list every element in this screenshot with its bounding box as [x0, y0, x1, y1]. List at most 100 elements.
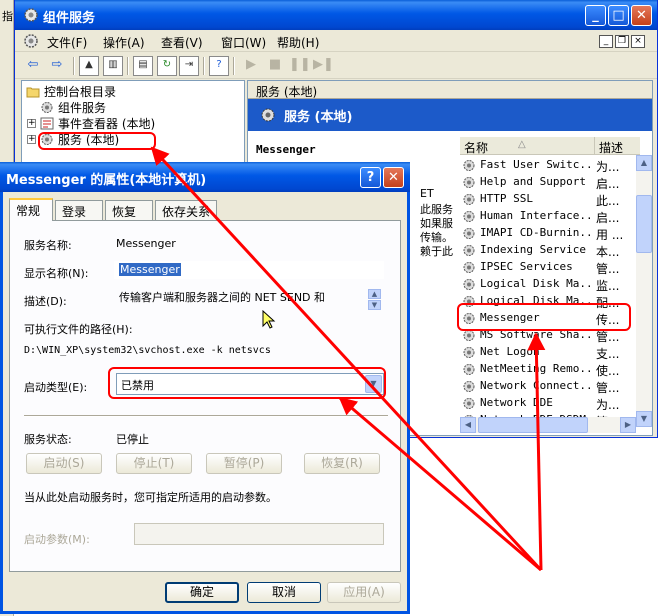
- gear-icon: [463, 160, 475, 171]
- start-params-hint: 当从此处启动服务时，您可指定所适用的启动参数。: [24, 491, 277, 504]
- tree-item-label: 事件查看器 (本地): [58, 117, 156, 131]
- annotation-box-services-tree: [38, 132, 156, 150]
- tree-item-component-services[interactable]: 组件服务: [40, 99, 106, 116]
- pause-icon[interactable]: ❚❚: [289, 56, 311, 76]
- folder-icon: [26, 87, 40, 98]
- mdi-minimize-button[interactable]: _: [599, 35, 613, 48]
- expand-toggle[interactable]: +: [27, 135, 36, 144]
- help-icon[interactable]: ?: [209, 56, 229, 76]
- scroll-thumb[interactable]: [478, 417, 588, 433]
- tree-root[interactable]: 控制台根目录: [26, 83, 116, 100]
- dialog-title-bar[interactable]: Messenger 的属性(本地计算机) ? ✕: [0, 162, 410, 192]
- menu-view[interactable]: 查看(V): [161, 34, 203, 51]
- title-bar[interactable]: 组件服务 _ □ ✕: [15, 0, 657, 30]
- column-header-name[interactable]: 名称: [464, 139, 488, 156]
- service-name: NetMeeting Remo...: [480, 362, 592, 375]
- column-header-description[interactable]: 描述: [594, 137, 623, 155]
- tab-dependencies[interactable]: 依存关系: [155, 200, 217, 220]
- maximize-button[interactable]: □: [608, 5, 629, 26]
- menu-window[interactable]: 窗口(W): [221, 34, 266, 51]
- apply-button[interactable]: 应用(A): [327, 582, 401, 603]
- help-button[interactable]: ?: [360, 167, 381, 188]
- service-row[interactable]: Logical Disk Ma... 监...: [460, 276, 640, 293]
- service-row[interactable]: Human Interface... 启...: [460, 208, 640, 225]
- start-button[interactable]: 启动(S): [26, 453, 102, 474]
- service-row[interactable]: Help and Support 启...: [460, 174, 640, 191]
- gear-icon: [463, 279, 475, 290]
- up-folder-icon[interactable]: ▲: [79, 56, 99, 76]
- tab-general[interactable]: 常规: [9, 198, 53, 221]
- exe-path-label: 可执行文件的路径(H):: [24, 323, 133, 336]
- display-name-field[interactable]: Messenger: [114, 261, 384, 279]
- tree-root-label: 控制台根目录: [44, 85, 117, 99]
- pane-header: 服务 (本地): [248, 81, 652, 99]
- scroll-up-icon[interactable]: ▲: [368, 289, 381, 299]
- tab-logon[interactable]: 登录: [55, 200, 103, 220]
- resume-button[interactable]: 恢复(R): [304, 453, 380, 474]
- service-row[interactable]: IPSEC Services 管...: [460, 259, 640, 276]
- startup-type-label: 启动类型(E):: [24, 381, 88, 394]
- service-name: Network DDE: [480, 396, 553, 409]
- service-row[interactable]: HTTP SSL 此...: [460, 191, 640, 208]
- play-icon[interactable]: ▶: [241, 56, 261, 76]
- minimize-button[interactable]: _: [585, 5, 606, 26]
- close-button[interactable]: ✕: [631, 5, 652, 26]
- service-row[interactable]: Indexing Service 本...: [460, 242, 640, 259]
- scroll-left-icon[interactable]: ◀: [460, 417, 476, 433]
- export-list-icon[interactable]: ⇥: [179, 56, 199, 76]
- properties-icon[interactable]: ▤: [133, 56, 153, 76]
- close-button[interactable]: ✕: [383, 167, 404, 188]
- annotation-box-startup-type: [108, 367, 386, 399]
- service-description: 管...: [596, 381, 620, 395]
- gear-icon: [463, 347, 475, 358]
- service-name-label: 服务名称:: [24, 239, 72, 252]
- scroll-up-icon[interactable]: ▲: [636, 155, 652, 171]
- service-name: Net Logon: [480, 345, 540, 358]
- service-name-value: Messenger: [116, 237, 176, 250]
- service-description: 为...: [596, 160, 620, 174]
- scroll-down-icon[interactable]: ▼: [636, 411, 652, 427]
- expand-toggle[interactable]: +: [27, 119, 36, 128]
- show-tree-icon[interactable]: ▥: [103, 56, 123, 76]
- service-description: 本...: [596, 245, 620, 259]
- back-arrow-icon[interactable]: ⇦: [23, 56, 43, 76]
- scroll-down-icon[interactable]: ▼: [368, 300, 381, 310]
- horizontal-scrollbar[interactable]: ◀ ▶: [460, 417, 636, 433]
- service-row[interactable]: Network DDE 为...: [460, 395, 640, 412]
- vertical-scrollbar[interactable]: ▲ ▼: [636, 155, 652, 427]
- service-description: 此...: [596, 194, 620, 208]
- service-row[interactable]: Net Logon 支...: [460, 344, 640, 361]
- stop-button[interactable]: 停止(T): [116, 453, 192, 474]
- menu-help[interactable]: 帮助(H): [277, 34, 319, 51]
- dialog-title: Messenger 的属性(本地计算机): [6, 173, 207, 188]
- pause-button[interactable]: 暂停(P): [206, 453, 282, 474]
- ok-button[interactable]: 确定: [165, 582, 239, 603]
- selected-service-title: Messenger: [256, 143, 316, 156]
- start-params-label: 启动参数(M):: [24, 533, 90, 546]
- start-params-input[interactable]: [134, 523, 384, 545]
- tree-item-event-viewer[interactable]: 事件查看器 (本地): [40, 115, 155, 132]
- description-field[interactable]: 传输客户端和服务器之间的 NET SEND 和: [114, 287, 384, 311]
- stop-icon[interactable]: ■: [265, 56, 285, 76]
- service-row[interactable]: Network Connect... 管...: [460, 378, 640, 395]
- toolbar: ⇦ ⇨ ▲ ▥ ▤ ↻ ⇥ ? ▶ ■ ❚❚ ▶❚: [15, 52, 657, 79]
- restart-icon[interactable]: ▶❚: [313, 56, 334, 76]
- service-description: 使...: [596, 364, 620, 378]
- service-description: 用 ...: [596, 228, 624, 242]
- forward-arrow-icon[interactable]: ⇨: [47, 56, 67, 76]
- service-row[interactable]: IMAPI CD-Burnin... 用 ...: [460, 225, 640, 242]
- gear-icon: [463, 245, 475, 256]
- display-name-value: Messenger: [119, 263, 181, 276]
- service-row[interactable]: NetMeeting Remo... 使...: [460, 361, 640, 378]
- tab-recovery[interactable]: 恢复: [105, 200, 153, 220]
- mdi-restore-button[interactable]: ❐: [615, 35, 629, 48]
- cancel-button[interactable]: 取消: [247, 582, 321, 603]
- menu-file[interactable]: 文件(F): [47, 34, 87, 51]
- event-viewer-icon: [40, 117, 54, 130]
- menu-action[interactable]: 操作(A): [103, 34, 145, 51]
- mdi-close-button[interactable]: ×: [631, 35, 645, 48]
- scroll-thumb[interactable]: [636, 195, 652, 253]
- refresh-icon[interactable]: ↻: [157, 56, 177, 76]
- scroll-right-icon[interactable]: ▶: [620, 417, 636, 433]
- service-row[interactable]: Fast User Switc... 为...: [460, 157, 640, 174]
